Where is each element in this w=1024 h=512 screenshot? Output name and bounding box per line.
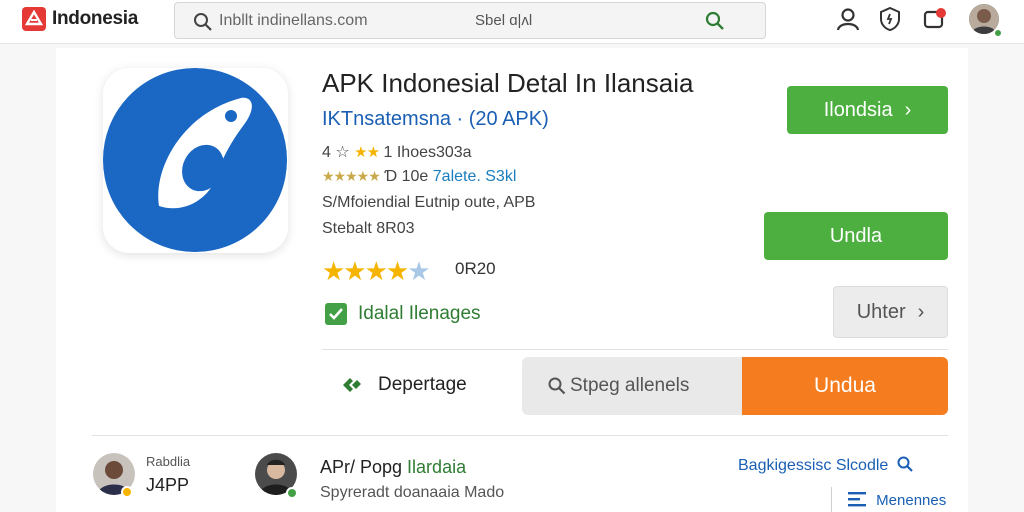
undua-button-label: Undua — [814, 374, 876, 397]
search-packages-label: Stpeg allenels — [570, 375, 690, 396]
version-line: S/Mfoiendial Eutnip oute, APB — [322, 194, 536, 211]
check-icon — [329, 308, 343, 320]
app-logo-icon — [103, 68, 287, 252]
other-button-label: Uhter — [856, 300, 906, 323]
rating-stars-large: ★★★★★ — [322, 256, 431, 286]
shield-icon[interactable] — [877, 6, 903, 32]
rating-prefix: 4 ☆ — [322, 144, 350, 161]
review-line: ★★★★★ Ɗ 10e 7alete. S3kl — [322, 168, 516, 186]
chevron-right-icon: › — [917, 300, 925, 323]
dependency-label: Depertage — [378, 374, 467, 395]
brand-logo-icon — [22, 7, 46, 31]
user2-description: Spyreradt doanaaia Mado — [320, 484, 505, 501]
list-icon — [848, 492, 866, 507]
right-search-label: Bagkigessisc Slcodle — [738, 457, 889, 474]
undua-button[interactable]: Undua — [742, 357, 948, 415]
user2-title-green: Ilardaia — [407, 457, 467, 477]
search-icon — [897, 456, 913, 472]
primary-button-label: Ilondsia — [823, 98, 893, 121]
search-side-text: Sbel ɑ|ᴧl — [475, 12, 533, 29]
notification-icon[interactable] — [922, 6, 948, 32]
user-badge — [121, 486, 133, 498]
review-stars: ★★★★★ — [322, 168, 381, 184]
verified-label: Idalal Ilenages — [358, 303, 481, 324]
user-icon[interactable] — [835, 6, 861, 32]
brand-name: Indonesia — [52, 8, 138, 29]
online-status-dot — [993, 28, 1003, 38]
menu-link-label: Menennes — [876, 492, 947, 509]
other-button[interactable]: Uhter › — [833, 286, 948, 338]
app-subtitle-link[interactable]: IKTnsatemsna · (20 APK) — [322, 108, 549, 131]
user1-name: J4PP — [146, 475, 190, 495]
user2-title-prefix: APr/ Popg — [320, 457, 408, 477]
size-line: Stebalt 8R03 — [322, 220, 415, 237]
rating-value: 0R20 — [455, 259, 496, 278]
puzzle-icon — [343, 378, 361, 392]
rating-stars: ★★ — [354, 144, 380, 161]
menu-link[interactable]: Menennes — [848, 491, 946, 509]
divider — [322, 349, 948, 350]
search-bar[interactable]: Inbllt indinellans.com Sbel ɑ|ᴧl — [174, 2, 766, 39]
user-badge — [286, 487, 298, 499]
search-input[interactable]: Inbllt indinellans.com — [219, 12, 368, 30]
review-text: Ɗ 10e — [384, 168, 429, 185]
app-title: APK Indonesial Detal In Ilansaia — [322, 68, 694, 98]
app-icon — [103, 68, 288, 253]
download-button[interactable]: Undla — [764, 212, 948, 260]
search-icon — [548, 377, 566, 395]
rating-text: 1 Ihoes303a — [383, 144, 472, 161]
chevron-right-icon: › — [904, 98, 912, 121]
search-go-icon[interactable] — [705, 11, 725, 31]
dependency-link[interactable]: Depertage — [340, 373, 467, 397]
divider — [92, 435, 948, 436]
search-icon — [194, 13, 212, 31]
verified-checkbox[interactable] — [325, 303, 347, 325]
search-packages-input[interactable]: Stpeg allenels — [522, 357, 744, 415]
rating-line: 4 ☆ ★★ 1 Ihoes303a — [322, 142, 472, 162]
half-star-icon: ★ — [407, 256, 430, 286]
user1-small-label: Rabdlia — [146, 454, 191, 469]
brand[interactable]: Indonesia — [22, 6, 138, 32]
right-search-link[interactable]: Bagkigessisc Slcodle — [738, 456, 913, 475]
divider — [831, 487, 832, 512]
top-bar: Indonesia Inbllt indinellans.com Sbel ɑ|… — [0, 0, 1024, 44]
primary-button[interactable]: Ilondsia › — [787, 86, 948, 134]
review-link[interactable]: 7alete. S3kl — [433, 168, 517, 185]
download-button-label: Undla — [829, 224, 883, 247]
user2-title: APr/ Popg Ilardaia — [320, 457, 466, 478]
